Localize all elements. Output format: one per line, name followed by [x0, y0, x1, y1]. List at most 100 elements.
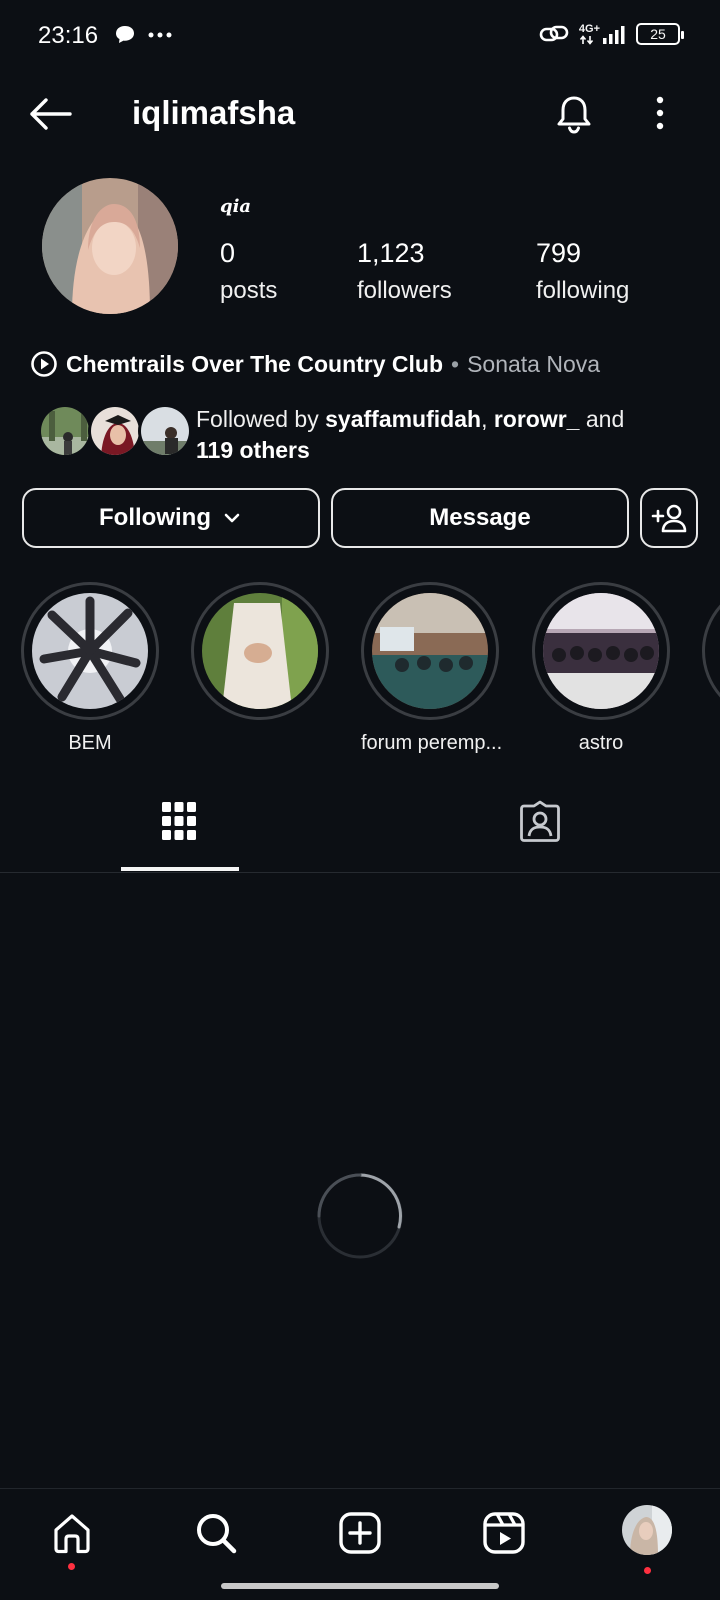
mutual-others[interactable]: 119 others — [196, 437, 310, 463]
mutual-avatar-2-photo — [91, 407, 139, 455]
song-artist: Sonata Nova — [467, 350, 601, 377]
tab-tagged[interactable] — [518, 800, 562, 849]
tab-divider — [0, 872, 720, 873]
mutual-avatar-1 — [38, 404, 92, 458]
highlight-label: BEM — [68, 732, 112, 754]
highlight-ring — [702, 582, 720, 720]
suggest-users-button[interactable] — [640, 488, 698, 548]
plus-square-icon — [339, 1512, 381, 1554]
mutual-user-2[interactable]: rorowr_ — [494, 406, 580, 432]
tagged-icon — [520, 800, 560, 842]
more-options-button[interactable] — [648, 92, 672, 136]
profile-display-name: qia — [220, 196, 252, 217]
nav-profile-avatar — [622, 1505, 672, 1555]
nav-home[interactable] — [48, 1509, 96, 1557]
highlight-item[interactable]: forum peremp... — [361, 582, 503, 755]
back-button[interactable] — [26, 94, 74, 134]
following-label: following — [536, 277, 630, 304]
nav-profile[interactable] — [622, 1505, 672, 1555]
message-button-label: Message — [429, 504, 531, 531]
battery-indicator: 25 — [636, 23, 684, 45]
followed-by[interactable]: Followed by syaffamufidah, rorowr_ and 1… — [38, 402, 698, 468]
mutual-avatar-1-photo — [41, 407, 89, 455]
bell-icon — [557, 96, 591, 134]
highlight-cover — [543, 593, 659, 709]
chevron-down-icon — [224, 513, 240, 523]
reels-icon — [483, 1512, 525, 1554]
profile-username: iqlimafsha — [132, 94, 296, 131]
followers-count: 1,123 — [357, 238, 425, 268]
following-button[interactable]: Following — [22, 488, 320, 548]
highlight-item[interactable] — [191, 582, 329, 732]
music-separator: • — [451, 350, 460, 377]
profile-notification-dot — [644, 1567, 651, 1574]
status-left-icons — [114, 24, 172, 46]
add-user-icon — [651, 504, 687, 533]
loading-spinner — [316, 1172, 404, 1260]
tab-posts-grid[interactable] — [160, 800, 198, 847]
status-time: 23:16 — [38, 22, 99, 49]
chat-bubble-icon — [116, 26, 134, 43]
following-stat[interactable]: 799 following — [536, 238, 629, 305]
posts-count: 0 — [220, 238, 236, 268]
mutual-avatar-3-photo — [141, 407, 189, 455]
highlight-cover — [372, 593, 488, 709]
spinner-icon — [317, 1173, 403, 1259]
mutual-avatar-2 — [88, 404, 142, 458]
search-icon — [197, 1514, 237, 1554]
profile-music[interactable]: Chemtrails Over The Country Club • Sonat… — [30, 350, 600, 378]
nav-reels[interactable] — [480, 1509, 528, 1557]
posts-label: posts — [220, 277, 278, 304]
followed-suffix: and — [579, 406, 625, 432]
notifications-button[interactable] — [552, 92, 596, 136]
posts-stat[interactable]: 0 posts — [220, 238, 277, 305]
home-notification-dot — [68, 1563, 75, 1570]
gesture-home-bar[interactable] — [221, 1583, 499, 1589]
status-bar: 23:16 4G+ 25 — [0, 0, 720, 72]
home-icon — [54, 1514, 90, 1554]
arrow-left-icon — [30, 98, 72, 130]
followed-comma: , — [481, 406, 494, 432]
highlight-ring — [21, 582, 159, 720]
highlight-3-photo — [372, 593, 488, 709]
highlight-item-partial[interactable] — [702, 582, 720, 720]
more-notifications-icon — [148, 32, 172, 38]
grid-icon — [162, 802, 196, 840]
profile-avatar[interactable] — [42, 178, 178, 314]
song-title: Chemtrails Over The Country Club — [66, 350, 444, 377]
active-tab-indicator — [121, 867, 239, 871]
highlight-label: forum peremp... — [361, 732, 503, 754]
avatar-photo — [42, 178, 178, 314]
signal-indicator: 4G+ — [578, 22, 626, 45]
highlight-ring — [532, 582, 670, 720]
more-vertical-icon — [656, 96, 664, 130]
highlight-item[interactable]: BEM — [21, 582, 159, 755]
highlight-1-photo — [32, 593, 148, 709]
following-count: 799 — [536, 238, 582, 268]
network-type: 4G+ — [578, 22, 600, 35]
highlight-label: astro — [578, 732, 624, 754]
battery-level: 25 — [650, 26, 666, 42]
play-circle-icon — [31, 351, 57, 377]
highlight-4-photo — [543, 593, 659, 709]
data-arrows-icon — [579, 34, 594, 45]
hotspot-link-icon — [539, 25, 569, 42]
profile-header: iqlimafsha — [0, 80, 720, 148]
highlight-ring — [191, 582, 329, 720]
highlight-cover — [32, 593, 148, 709]
status-right: 4G+ 25 — [539, 22, 684, 46]
nav-create[interactable] — [336, 1509, 384, 1557]
followers-stat[interactable]: 1,123 followers — [357, 238, 452, 305]
highlight-cover — [202, 593, 318, 709]
highlight-2-photo — [202, 593, 318, 709]
mutual-user-1[interactable]: syaffamufidah — [325, 406, 481, 432]
message-button[interactable]: Message — [331, 488, 629, 548]
highlight-item[interactable]: astro — [532, 582, 670, 755]
followed-by-text: Followed by syaffamufidah, rorowr_ and 1… — [196, 404, 696, 466]
highlight-ring — [361, 582, 499, 720]
followed-prefix: Followed by — [196, 406, 326, 432]
followers-label: followers — [357, 277, 452, 304]
signal-bars-icon — [603, 25, 625, 44]
mutual-avatar-3 — [138, 404, 192, 458]
nav-search[interactable] — [192, 1509, 240, 1557]
